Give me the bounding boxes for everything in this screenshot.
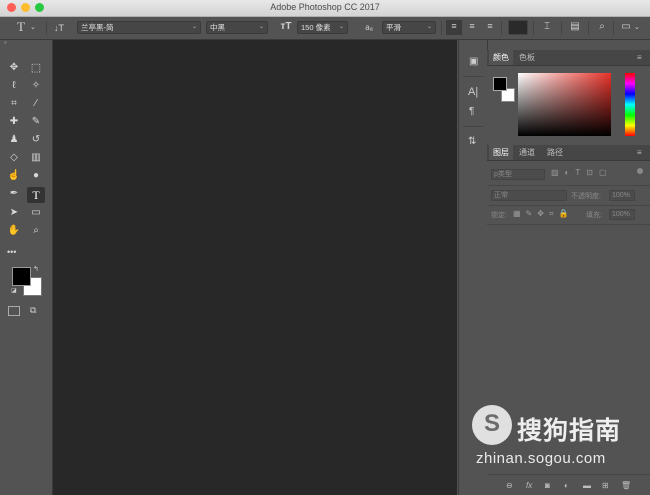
filter-toggle[interactable] [637, 168, 643, 174]
pen-icon[interactable]: ✒ [5, 186, 23, 202]
panel-menu-icon[interactable]: ≡ [637, 53, 642, 62]
lasso-icon[interactable]: ℓ [5, 78, 23, 94]
character-panel-icon[interactable]: ▤ [568, 21, 582, 33]
eraser-icon[interactable]: ◇ [5, 150, 23, 166]
screen-mode-icon[interactable]: ⧉ [30, 305, 36, 316]
edit-toolbar-icon[interactable]: ••• [7, 247, 16, 257]
fx-icon[interactable]: fx [526, 481, 532, 490]
document-canvas[interactable] [53, 40, 457, 495]
magic-wand-icon[interactable]: ✧ [27, 78, 45, 94]
anti-alias-icon: aₐ [365, 23, 373, 32]
libraries-icon[interactable]: ▣ [469, 56, 478, 67]
warp-text-icon[interactable]: ⌶ [540, 21, 554, 33]
eyedropper-icon[interactable]: ⁄ [27, 96, 45, 112]
link-layers-icon[interactable]: ⊖ [506, 481, 513, 490]
move-icon[interactable]: ✥ [5, 60, 23, 76]
workspace-icon[interactable]: ▭ [619, 21, 633, 33]
anti-alias-select[interactable]: 平滑 ⌄ [382, 21, 436, 34]
tab-paths[interactable]: 路径 [543, 145, 567, 160]
lock-label: 锁定: [491, 212, 507, 219]
panel-menu-icon[interactable]: ≡ [637, 148, 642, 157]
crop-icon[interactable]: ⌗ [5, 96, 23, 112]
blend-mode-select[interactable]: 正常 [491, 190, 567, 201]
text-orientation-icon[interactable]: ↓T [52, 22, 66, 34]
foreground-color-swatch[interactable] [12, 267, 31, 286]
window-title: Adobe Photoshop CC 2017 [270, 2, 380, 12]
rectangle-icon[interactable]: ▭ [27, 205, 45, 221]
align-center-icon[interactable]: ≡ [464, 20, 480, 32]
sogou-logo-icon: S [472, 405, 512, 445]
chevron-down-icon[interactable]: ⌄ [30, 22, 36, 34]
chevron-down-icon: ⌄ [258, 24, 264, 30]
tab-channels[interactable]: 通道 [515, 145, 539, 160]
healing-icon[interactable]: ✚ [5, 114, 23, 130]
chevron-down-icon[interactable]: ⌄ [634, 22, 640, 34]
history-brush-icon[interactable]: ↺ [27, 132, 45, 148]
chevron-down-icon: ⌄ [426, 24, 432, 30]
font-style-select[interactable]: 中黑 ⌄ [206, 21, 268, 34]
font-style-value: 中黑 [210, 23, 225, 32]
quick-mask-icon[interactable] [8, 306, 20, 316]
default-colors-icon[interactable]: ◪ [11, 287, 17, 294]
text-color-swatch[interactable] [508, 20, 528, 35]
hand-icon[interactable]: ✋ [5, 223, 23, 239]
smudge-icon[interactable]: ☝ [5, 168, 23, 184]
character-icon[interactable]: A| [468, 86, 478, 98]
font-family-select[interactable]: 兰亭黑-简 ⌄ [77, 21, 201, 34]
delete-layer-icon[interactable]: 🗑 [621, 481, 631, 490]
watermark-url: zhinan.sogou.com [476, 450, 606, 467]
tools-panel: » ✥ ⬚ ℓ ✧ ⌗ ⁄ ✚ ✎ ♟ ↺ ◇ ▥ ☝ ● ✒ T ➤ ▭ ✋ … [0, 40, 53, 495]
paragraph-icon[interactable]: ¶ [469, 106, 474, 117]
layers-panel-tabs: 图层 通道 路径 ≡ [487, 145, 650, 161]
swap-colors-icon[interactable]: ↰ [33, 265, 39, 273]
fill-label: 填充: [586, 212, 602, 219]
chevron-down-icon: ⌄ [191, 24, 197, 30]
anti-alias-value: 平滑 [386, 23, 401, 32]
options-bar: T ⌄ ↓T 兰亭黑-简 ⌄ 中黑 ⌄ ᴛT 150 像素 ⌄ aₐ 平滑 ⌄ ≡ ≡ … [0, 17, 650, 40]
fill-field[interactable]: 100% [609, 209, 635, 220]
align-left-icon[interactable]: ≡ [446, 20, 462, 35]
search-icon[interactable]: ⌕ [595, 21, 609, 33]
color-panel-tabs: 颜色 色板 ≡ [487, 50, 650, 66]
color-field[interactable] [518, 73, 611, 136]
collapse-icon[interactable]: » [0, 40, 56, 46]
chevron-down-icon: ⌄ [338, 24, 344, 30]
adjustments-icon[interactable]: ⇅ [468, 136, 476, 147]
marquee-icon[interactable]: ⬚ [27, 60, 45, 76]
path-select-icon[interactable]: ➤ [5, 205, 23, 221]
type-tool-preset-icon[interactable]: T [14, 20, 28, 33]
tab-swatches[interactable]: 色板 [515, 50, 539, 65]
brush-icon[interactable]: ✎ [27, 114, 45, 130]
type-icon[interactable]: T [27, 187, 45, 203]
dodge-icon[interactable]: ● [27, 168, 45, 184]
title-bar: Adobe Photoshop CC 2017 [0, 0, 650, 17]
gradient-icon[interactable]: ▥ [27, 150, 45, 166]
align-right-icon[interactable]: ≡ [482, 20, 498, 32]
font-size-value: 150 像素 [301, 23, 331, 32]
tab-color[interactable]: 颜色 [489, 50, 513, 65]
color-foreground-swatch[interactable] [493, 77, 507, 91]
filter-icons[interactable]: ▨◐T⊡▢ [551, 168, 613, 177]
font-family-value: 兰亭黑-简 [81, 23, 114, 32]
new-layer-icon[interactable]: ⊞ [602, 481, 609, 490]
color-panel [487, 66, 650, 144]
add-mask-icon[interactable]: ◙ [545, 481, 550, 490]
opacity-field[interactable]: 100% [609, 190, 635, 201]
opacity-label: 不透明度: [571, 193, 601, 200]
stamp-icon[interactable]: ♟ [5, 132, 23, 148]
layer-filter-select[interactable]: ρ类型 [491, 169, 545, 180]
zoom-icon[interactable]: ⌕ [27, 223, 45, 239]
font-size-select[interactable]: 150 像素 ⌄ [297, 21, 348, 34]
adjustment-layer-icon[interactable]: ◐ [564, 481, 569, 490]
watermark-brand: 搜狗指南 [517, 417, 622, 445]
font-size-icon: ᴛT [280, 21, 292, 32]
tab-layers[interactable]: 图层 [489, 145, 513, 160]
new-group-icon[interactable]: ▬ [583, 481, 591, 490]
lock-icons[interactable]: ▦✎✥⌗🔒 [513, 209, 573, 219]
hue-slider[interactable] [625, 73, 635, 136]
